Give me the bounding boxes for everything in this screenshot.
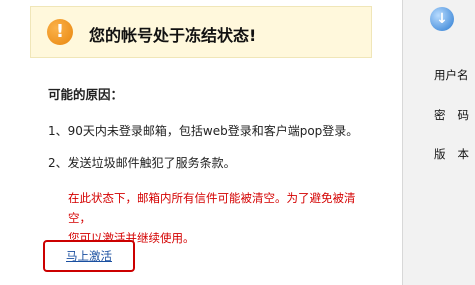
version-label: 版本	[434, 147, 469, 161]
exclamation-icon: !	[47, 19, 73, 45]
freeze-notice: 在此状态下，邮箱内所有信件可能被清空。为了避免被清空， 您可以激活并继续使用。	[68, 188, 368, 248]
password-label: 密码	[434, 108, 469, 122]
banner-title: 您的帐号处于冻结状态!	[89, 26, 257, 45]
username-label: 用户名	[434, 68, 469, 82]
activate-now-button[interactable]: 马上激活	[43, 240, 135, 272]
download-arrow-icon[interactable]: ↓	[430, 7, 454, 31]
main-panel: ! 您的帐号处于冻结状态! 可能的原因： 1、90天内未登录邮箱，包括web登录…	[0, 0, 403, 285]
frozen-account-banner: ! 您的帐号处于冻结状态!	[30, 6, 372, 58]
reason-item: 2、发送垃圾邮件触犯了服务条款。	[48, 156, 236, 170]
notice-line: 在此状态下，邮箱内所有信件可能被清空。为了避免被清空，	[68, 191, 356, 225]
side-panel: ↓ 用户名 密码 版本	[403, 0, 475, 285]
reasons-title: 可能的原因：	[48, 87, 124, 102]
reason-item: 1、90天内未登录邮箱，包括web登录和客户端pop登录。	[48, 124, 359, 138]
